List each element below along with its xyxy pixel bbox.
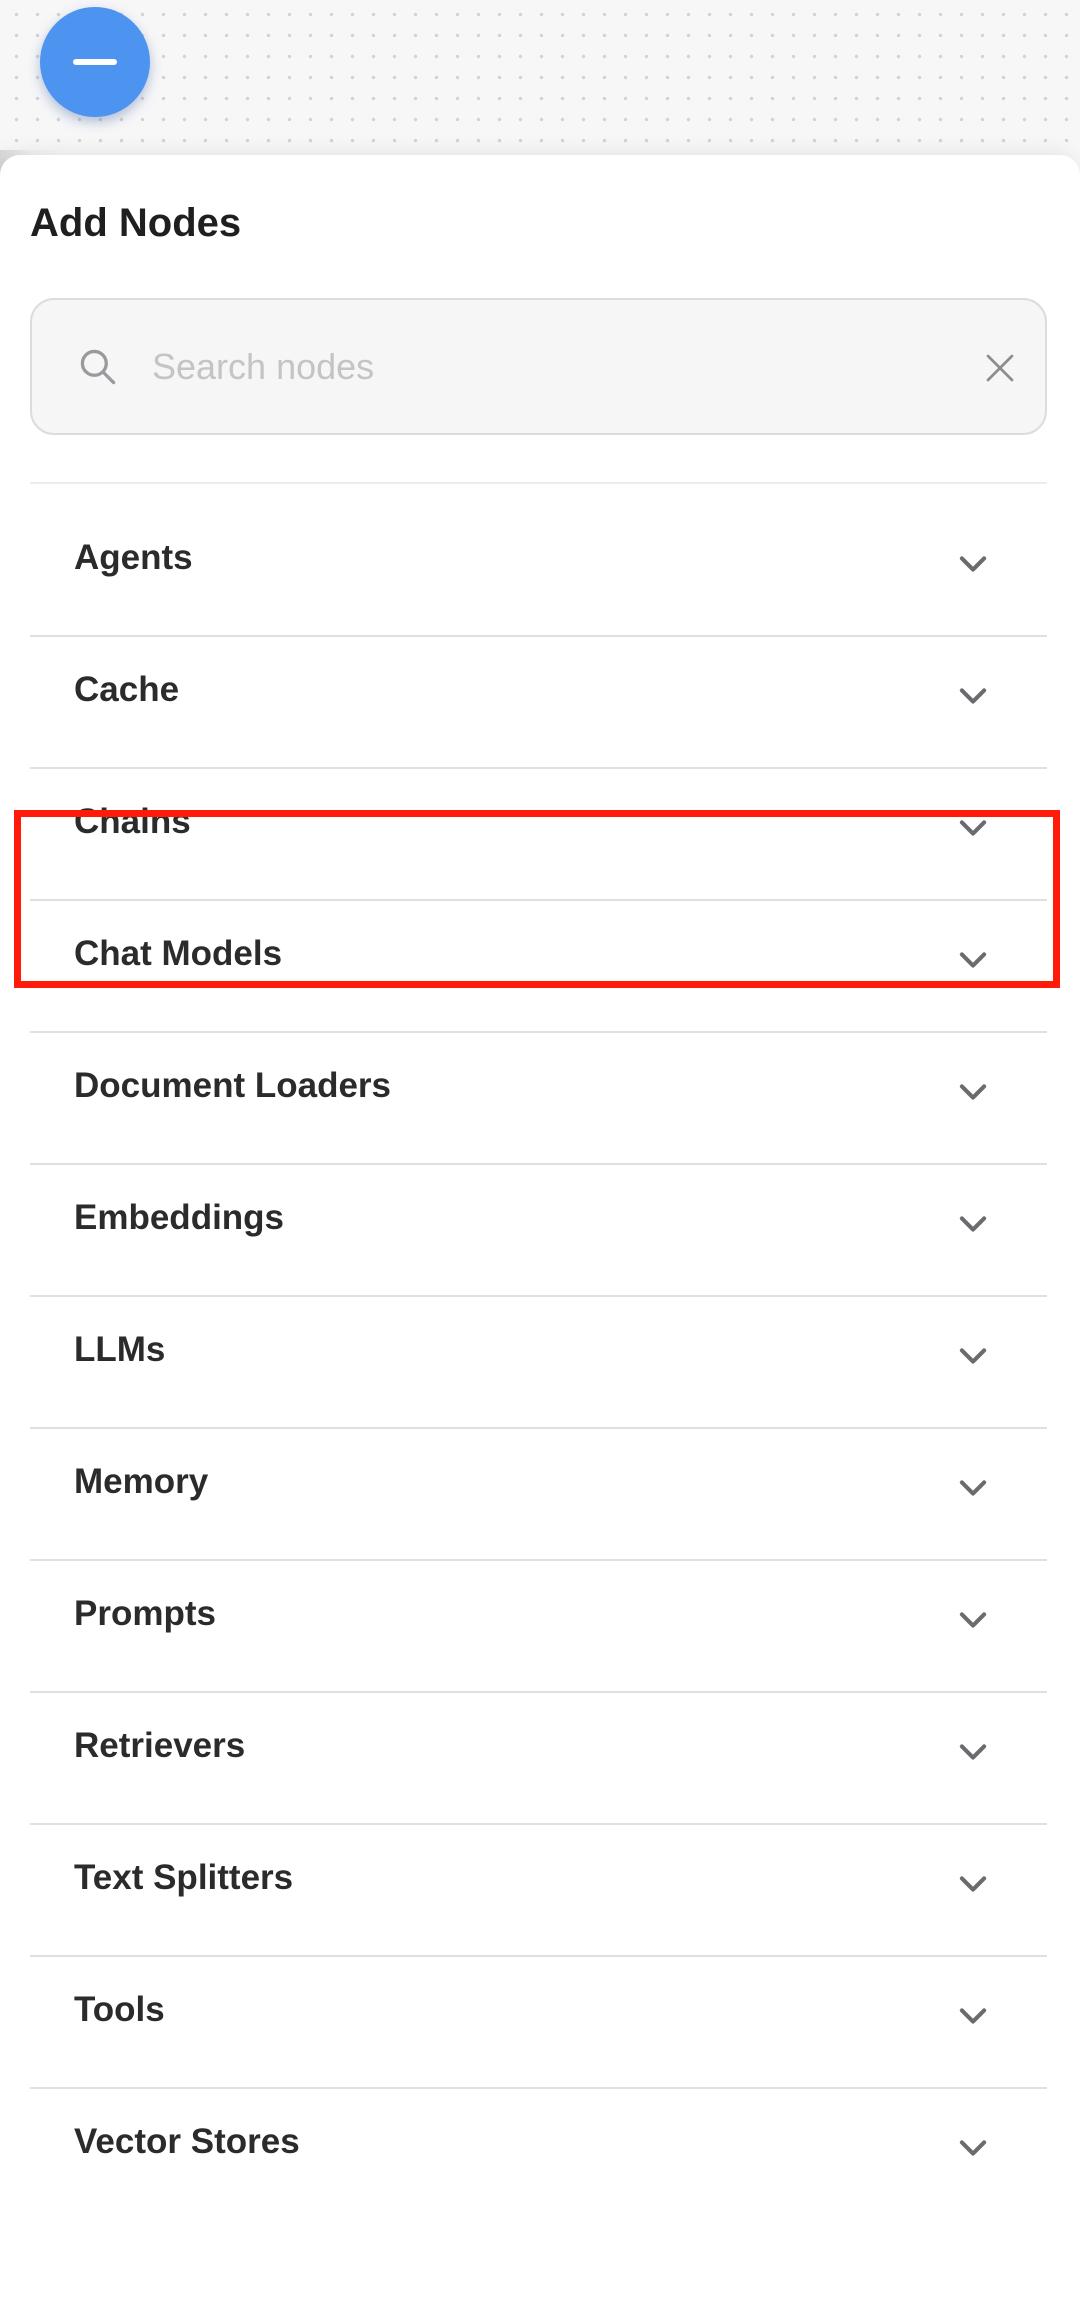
- category-label: Text Splitters: [74, 1858, 294, 1897]
- chevron-down-icon: [959, 1084, 987, 1100]
- chevron-down-icon: [959, 1876, 987, 1892]
- category-label: Agents: [74, 538, 193, 577]
- category-item-tools[interactable]: Tools: [30, 1957, 1047, 2089]
- category-item-agents[interactable]: Agents: [30, 505, 1047, 637]
- chevron-down-icon: [959, 1480, 987, 1496]
- chevron-down-icon: [959, 952, 987, 968]
- category-item-prompts[interactable]: Prompts: [30, 1561, 1047, 1693]
- category-item-llms[interactable]: LLMs: [30, 1297, 1047, 1429]
- chevron-down-icon: [959, 820, 987, 836]
- chevron-down-icon: [959, 1744, 987, 1760]
- category-item-cache[interactable]: Cache: [30, 637, 1047, 769]
- chevron-down-icon: [959, 556, 987, 572]
- chevron-down-icon: [959, 1348, 987, 1364]
- search-input[interactable]: [152, 330, 952, 404]
- search-icon: [80, 349, 116, 385]
- category-item-retrievers[interactable]: Retrievers: [30, 1693, 1047, 1825]
- category-item-vector-stores[interactable]: Vector Stores: [30, 2089, 1047, 2219]
- category-label: Retrievers: [74, 1726, 246, 1765]
- category-label: LLMs: [74, 1330, 166, 1369]
- minus-icon: [73, 59, 117, 65]
- search-box[interactable]: [30, 298, 1047, 435]
- collapse-nodes-button[interactable]: [40, 7, 150, 117]
- node-category-list: Agents Cache Chains Chat Models Document Loa…: [30, 505, 1047, 2219]
- chevron-down-icon: [959, 1612, 987, 1628]
- divider: [30, 482, 1047, 484]
- chevron-down-icon: [959, 688, 987, 704]
- chevron-down-icon: [959, 2008, 987, 2024]
- category-label: Embeddings: [74, 1198, 285, 1237]
- category-label: Chains: [74, 802, 191, 841]
- category-label: Cache: [74, 670, 180, 709]
- category-label: Chat Models: [74, 934, 283, 973]
- category-label: Memory: [74, 1462, 209, 1501]
- category-item-chains[interactable]: Chains: [30, 769, 1047, 901]
- category-item-embeddings[interactable]: Embeddings: [30, 1165, 1047, 1297]
- category-label: Prompts: [74, 1594, 216, 1633]
- category-item-memory[interactable]: Memory: [30, 1429, 1047, 1561]
- category-item-chat-models[interactable]: Chat Models: [30, 901, 1047, 1033]
- category-label: Vector Stores: [74, 2122, 300, 2161]
- category-label: Document Loaders: [74, 1066, 391, 1105]
- chevron-down-icon: [959, 2140, 987, 2156]
- category-item-document-loaders[interactable]: Document Loaders: [30, 1033, 1047, 1165]
- panel-title: Add Nodes: [30, 201, 242, 245]
- chevron-down-icon: [959, 1216, 987, 1232]
- category-item-text-splitters[interactable]: Text Splitters: [30, 1825, 1047, 1957]
- category-label: Tools: [74, 1990, 165, 2029]
- close-icon[interactable]: [982, 350, 1018, 386]
